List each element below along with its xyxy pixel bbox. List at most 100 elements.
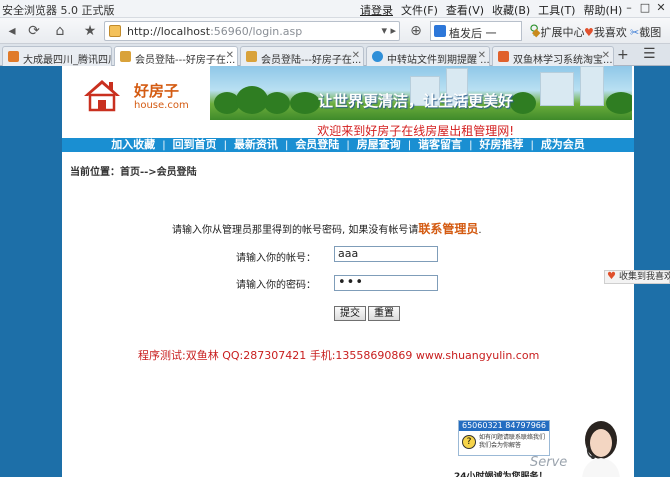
reset-button[interactable]: 重置 xyxy=(368,306,400,321)
password-label: 请输入你的密码： xyxy=(236,280,316,291)
back-icon[interactable]: ◂ xyxy=(2,21,22,41)
banner-slogan: 让世界更清洁，让生活更美好 xyxy=(318,92,514,110)
new-tab-icon[interactable]: + xyxy=(617,47,629,63)
address-dropdown-icon[interactable]: ▾ ▸ xyxy=(381,24,396,37)
browser-menubar: 请登录 文件(F) 查看(V) 收藏(B) 工具(T) 帮助(H) xyxy=(360,2,622,18)
menu-view[interactable]: 查看(V) xyxy=(446,2,484,18)
extension-center-button[interactable]: ◆扩展中心 xyxy=(532,24,584,40)
page-favicon-icon xyxy=(109,25,121,37)
tab-label: 中转站文件到期提醒 ... xyxy=(387,55,490,66)
tab-close-icon[interactable]: ✕ xyxy=(478,50,486,61)
login-notice: 请输入你从管理员那里得到的帐号密码, 如果没有帐号请联系管理员. xyxy=(172,220,482,237)
service-phones: 65060321 84797966 xyxy=(459,421,549,431)
addon-icon[interactable]: ⊕ xyxy=(406,21,426,41)
search-engine-icon xyxy=(434,25,446,37)
tab-strip: 大成最四川_腾讯四川... 会员登陆---好房子在... ✕ 会员登陆---好房… xyxy=(0,44,670,66)
address-bar[interactable]: http://localhost:56960/login.asp ▾ ▸ xyxy=(104,21,400,41)
tab-file-reminder[interactable]: 中转站文件到期提醒 ... ✕ xyxy=(366,46,490,66)
logo-text-cn: 好房子 xyxy=(134,82,180,100)
my-likes-button[interactable]: ♥我喜欢 xyxy=(584,24,627,40)
tab-member-login-active[interactable]: 会员登陆---好房子在... ✕ xyxy=(114,46,238,66)
login-notice-end: . xyxy=(478,225,482,236)
extension-center-label: 扩展中心 xyxy=(540,26,585,39)
login-notice-text: 请输入你从管理员那里得到的帐号密码, 如果没有帐号请 xyxy=(172,225,419,236)
search-input-text: 植发后 一 xyxy=(449,27,497,40)
service-panel: 65060321 84797966 ? 如有问题请联系联络我们 我们会为你解答 xyxy=(458,420,550,456)
screenshot-button[interactable]: ✂截图 xyxy=(630,24,661,40)
search-input[interactable]: 植发后 一 xyxy=(430,21,522,41)
nav-house-search[interactable]: 房屋查询 xyxy=(350,138,408,152)
collect-to-likes-button[interactable]: ♥ 收集到我喜欢 xyxy=(604,270,670,284)
tab-favicon-icon xyxy=(8,51,19,62)
site-page: 好房子 house.com 让世界更清洁，让生活更美好 欢迎来到好房子在线房屋出… xyxy=(62,66,634,477)
minimize-icon[interactable]: – xyxy=(622,1,636,15)
menu-file[interactable]: 文件(F) xyxy=(401,2,438,18)
contact-admin-link[interactable]: 联系管理员 xyxy=(418,222,478,236)
tab-shuangyulin[interactable]: 双鱼林学习系统淘宝... ✕ xyxy=(492,46,614,66)
home-icon[interactable]: ⌂ xyxy=(50,21,70,41)
browser-title-bar: 安全浏览器 5.0 正式版 请登录 文件(F) 查看(V) 收藏(B) 工具(T… xyxy=(0,0,670,18)
address-url: http://localhost:56960/login.asp xyxy=(127,25,302,38)
account-input[interactable]: aaa xyxy=(334,246,438,262)
site-nav: 加入收藏 | 回到首页 | 最新资讯 | 会员登陆 | 房屋查询 | 谐客留言 | 好房推荐… xyxy=(62,138,634,152)
service-text: 如有问题请联系联络我们 我们会为你解答 xyxy=(479,434,545,450)
nav-home[interactable]: 回到首页 xyxy=(166,138,224,152)
page-viewport: 好房子 house.com 让世界更清洁，让生活更美好 欢迎来到好房子在线房屋出… xyxy=(0,66,670,477)
nav-add-favorite[interactable]: 加入收藏 xyxy=(104,138,162,152)
developer-credit: 程序测试:双鱼林 QQ:287307421 手机:13558690869 www… xyxy=(138,349,540,362)
question-icon: ? xyxy=(462,435,476,449)
nav-recommend[interactable]: 好房推荐 xyxy=(472,138,530,152)
customer-service-widget[interactable]: 65060321 84797966 ? 如有问题请联系联络我们 我们会为你解答 S… xyxy=(454,420,670,477)
browser-toolbar: ◂ ⟳ ⌂ ★ http://localhost:56960/login.asp… xyxy=(0,18,670,44)
tab-close-icon[interactable]: ✕ xyxy=(352,50,360,61)
tab-member-login[interactable]: 会员登陆---好房子在... ✕ xyxy=(240,46,364,66)
service-slogan: 24小时竭诚为您服务！ xyxy=(454,472,548,477)
nav-guestbook[interactable]: 谐客留言 xyxy=(411,138,469,152)
close-icon[interactable]: ✕ xyxy=(654,1,668,15)
menu-favorites[interactable]: 收藏(B) xyxy=(492,2,530,18)
collect-to-likes-label: 收集到我喜欢 xyxy=(619,272,670,282)
house-logo-icon xyxy=(84,80,120,112)
window-controls: – □ ✕ xyxy=(622,1,668,15)
submit-button[interactable]: 提交 xyxy=(334,306,366,321)
site-banner: 让世界更清洁，让生活更美好 xyxy=(210,66,632,120)
maximize-icon[interactable]: □ xyxy=(638,1,652,15)
refresh-icon[interactable]: ⟳ xyxy=(24,21,44,41)
tab-label: 双鱼林学习系统淘宝... xyxy=(513,55,613,66)
tab-favicon-icon xyxy=(120,51,131,62)
service-line-2: 我们会为你解答 xyxy=(479,442,522,449)
tab-close-icon[interactable]: ✕ xyxy=(602,50,610,61)
serve-text: Serve xyxy=(530,455,568,470)
address-url-host: http://localhost xyxy=(127,25,211,38)
browser-app-title: 安全浏览器 5.0 正式版 xyxy=(2,4,115,17)
nav-news[interactable]: 最新资讯 xyxy=(227,138,285,152)
tab-favicon-icon xyxy=(372,51,383,62)
service-line-1: 如有问题请联系联络我们 xyxy=(479,434,546,441)
password-input[interactable]: ••• xyxy=(334,275,438,291)
screenshot-icon: ✂ xyxy=(630,26,640,39)
breadcrumb: 当前位置：首页-->会员登陆 xyxy=(70,167,197,178)
service-agent-avatar xyxy=(582,421,620,477)
nav-become-member[interactable]: 成为会员 xyxy=(534,138,592,152)
site-logo[interactable]: 好房子 house.com xyxy=(62,66,210,124)
heart-icon: ♥ xyxy=(584,26,594,39)
tab-favicon-icon xyxy=(246,51,257,62)
tab-list-icon[interactable]: ☰ xyxy=(643,46,656,62)
tab-label: 大成最四川_腾讯四川... xyxy=(23,55,111,66)
favorite-star-icon[interactable]: ★ xyxy=(80,21,100,41)
tab-favicon-icon xyxy=(498,51,509,62)
welcome-marquee: 欢迎来到好房子在线房屋出租管理网! xyxy=(317,124,514,138)
tab-close-icon[interactable]: ✕ xyxy=(226,50,234,61)
account-label: 请输入你的帐号： xyxy=(236,253,316,264)
heart-icon: ♥ xyxy=(607,271,616,282)
logo-text-en: house.com xyxy=(134,100,189,111)
address-url-path: :56960/login.asp xyxy=(210,25,303,38)
my-likes-label: 我喜欢 xyxy=(593,26,627,39)
tab-label: 会员登陆---好房子在... xyxy=(135,55,236,66)
nav-member-login[interactable]: 会员登陆 xyxy=(288,138,346,152)
tab-label: 会员登陆---好房子在... xyxy=(261,55,362,66)
login-link[interactable]: 请登录 xyxy=(360,2,393,18)
menu-help[interactable]: 帮助(H) xyxy=(583,2,622,18)
menu-tools[interactable]: 工具(T) xyxy=(538,2,575,18)
tab-sichuan-news[interactable]: 大成最四川_腾讯四川... xyxy=(2,46,112,66)
